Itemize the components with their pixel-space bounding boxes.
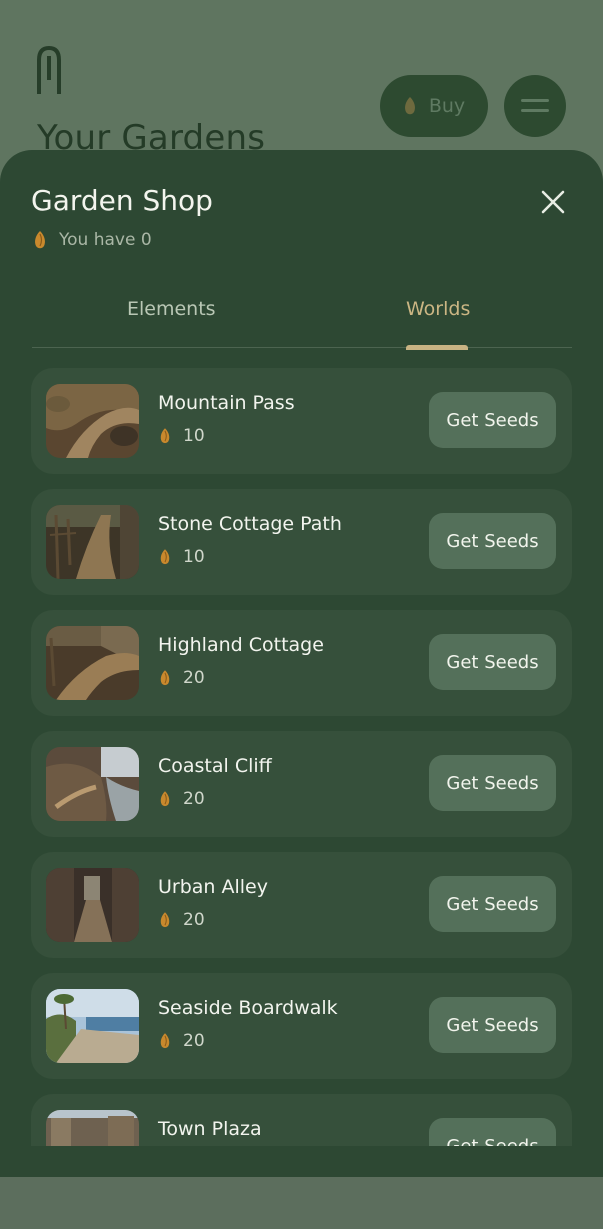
price-value: 20 (183, 668, 205, 688)
get-seeds-button[interactable]: Get Seeds (429, 755, 556, 811)
list-item: Stone Cottage Path 10 Get Seeds (31, 489, 572, 595)
seed-icon (404, 97, 415, 115)
seed-icon (160, 549, 170, 565)
list-item: Town Plaza Get Seeds (31, 1094, 572, 1146)
get-seeds-button[interactable]: Get Seeds (429, 392, 556, 448)
tab-elements[interactable]: Elements (127, 298, 216, 320)
price-value: 10 (183, 426, 205, 446)
tab-worlds[interactable]: Worlds (406, 298, 470, 320)
list-item: Mountain Pass 10 Get Seeds (31, 368, 572, 474)
world-thumbnail (46, 1110, 139, 1146)
world-thumbnail (46, 989, 139, 1063)
seed-balance: You have 0 (33, 230, 152, 250)
seed-icon (160, 791, 170, 807)
app-logo-icon (37, 45, 61, 94)
price-value: 20 (183, 910, 205, 930)
price-value: 20 (183, 789, 205, 809)
world-name: Coastal Cliff (158, 755, 272, 777)
world-name: Town Plaza (158, 1118, 262, 1140)
shop-tabs: Elements Worlds (32, 294, 572, 350)
menu-icon (521, 99, 549, 112)
close-button[interactable] (538, 187, 568, 217)
world-thumbnail (46, 747, 139, 821)
get-seeds-button[interactable]: Get Seeds (429, 876, 556, 932)
list-item: Urban Alley 20 Get Seeds (31, 852, 572, 958)
sheet-title: Garden Shop (31, 184, 213, 217)
world-price: 10 (159, 547, 205, 567)
buy-button[interactable]: Buy (380, 75, 488, 137)
world-price: 10 (159, 426, 205, 446)
world-name: Urban Alley (158, 876, 268, 898)
balance-text: You have 0 (59, 230, 152, 250)
seed-icon (160, 912, 170, 928)
seed-icon (35, 231, 45, 249)
price-value: 10 (183, 547, 205, 567)
seed-icon (160, 428, 170, 444)
seed-icon (160, 1033, 170, 1049)
world-thumbnail (46, 384, 139, 458)
close-icon (541, 190, 565, 214)
world-price: 20 (159, 668, 205, 688)
get-seeds-button[interactable]: Get Seeds (429, 513, 556, 569)
world-name: Mountain Pass (158, 392, 295, 414)
list-item: Seaside Boardwalk 20 Get Seeds (31, 973, 572, 1079)
menu-button[interactable] (504, 75, 566, 137)
world-name: Highland Cottage (158, 634, 324, 656)
bottom-bar (0, 1177, 603, 1229)
get-seeds-button[interactable]: Get Seeds (429, 1118, 556, 1146)
price-value: 20 (183, 1031, 205, 1051)
world-name: Stone Cottage Path (158, 513, 342, 535)
world-price: 20 (159, 910, 205, 930)
active-tab-indicator (406, 345, 468, 350)
buy-label: Buy (428, 95, 466, 117)
world-thumbnail (46, 505, 139, 579)
seed-icon (160, 670, 170, 686)
get-seeds-button[interactable]: Get Seeds (429, 634, 556, 690)
world-name: Seaside Boardwalk (158, 997, 338, 1019)
list-item: Coastal Cliff 20 Get Seeds (31, 731, 572, 837)
world-price: 20 (159, 1031, 205, 1051)
garden-shop-sheet: Garden Shop You have 0 Elements Worlds M… (0, 150, 603, 1177)
get-seeds-button[interactable]: Get Seeds (429, 997, 556, 1053)
world-thumbnail (46, 626, 139, 700)
worlds-list[interactable]: Mountain Pass 10 Get Seeds Stone Cottage… (0, 368, 603, 1146)
world-price: 20 (159, 789, 205, 809)
list-item: Highland Cottage 20 Get Seeds (31, 610, 572, 716)
world-thumbnail (46, 868, 139, 942)
